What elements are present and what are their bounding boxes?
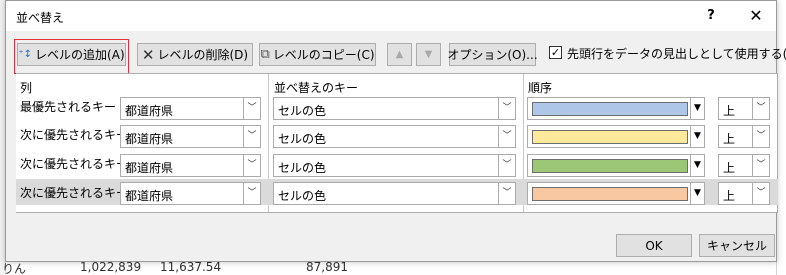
add-level-icon: ⁺↕ bbox=[18, 49, 33, 60]
color-swatch bbox=[532, 159, 688, 173]
column-select-value: 都道府県 bbox=[125, 104, 174, 118]
color-select[interactable]: ▼ bbox=[527, 97, 705, 120]
dialog-title: 並べ替え bbox=[16, 11, 65, 25]
chevron-down-icon: ﹀ bbox=[498, 183, 515, 204]
options-label: オプション(O)... bbox=[447, 48, 538, 62]
position-select-value: 上 bbox=[723, 189, 736, 203]
position-select[interactable]: 上 ﹀ bbox=[718, 182, 770, 205]
ok-label: OK bbox=[645, 238, 663, 253]
sort-on-select-value: セルの色 bbox=[278, 161, 327, 175]
dropdown-arrow-icon: ▼ bbox=[690, 126, 704, 147]
position-select[interactable]: 上 ﹀ bbox=[718, 97, 770, 120]
position-select-value: 上 bbox=[723, 132, 736, 146]
column-select-value: 都道府県 bbox=[125, 132, 174, 146]
move-up-icon: ▲ bbox=[395, 49, 404, 60]
color-select[interactable]: ▼ bbox=[527, 182, 705, 205]
sort-on-select-value: セルの色 bbox=[278, 104, 327, 118]
delete-icon: ✕ bbox=[141, 45, 155, 64]
chevron-down-icon: ﹀ bbox=[752, 155, 769, 176]
position-select-value: 上 bbox=[723, 104, 736, 118]
sort-on-select[interactable]: セルの色 ﹀ bbox=[273, 125, 516, 148]
color-swatch bbox=[532, 102, 688, 116]
help-button[interactable]: ? bbox=[699, 5, 723, 27]
header-checkbox[interactable]: ✓ bbox=[549, 46, 562, 59]
titlebar: 並べ替え ? ✕ bbox=[6, 1, 776, 31]
color-select[interactable]: ▼ bbox=[527, 154, 705, 177]
row-label: 次に優先されるキー bbox=[20, 128, 129, 142]
options-button[interactable]: オプション(O)... bbox=[447, 43, 538, 66]
color-swatch bbox=[532, 130, 688, 144]
chevron-down-icon: ﹀ bbox=[498, 155, 515, 176]
color-select[interactable]: ▼ bbox=[527, 125, 705, 148]
header-checkbox-label[interactable]: 先頭行をデータの見出しとして使用する(H) bbox=[567, 45, 786, 62]
column-select[interactable]: 都道府県 ﹀ bbox=[120, 97, 261, 120]
move-up-button[interactable]: ▲ bbox=[387, 43, 412, 66]
background-cell: 11,637.54 bbox=[160, 260, 222, 274]
cancel-button[interactable]: キャンセル bbox=[699, 234, 775, 257]
chevron-down-icon: ﹀ bbox=[752, 98, 769, 119]
chevron-down-icon: ﹀ bbox=[752, 126, 769, 147]
delete-level-label: レベルの削除(D) bbox=[157, 48, 249, 62]
chevron-down-icon: ﹀ bbox=[243, 155, 260, 176]
column-select[interactable]: 都道府県 ﹀ bbox=[120, 125, 261, 148]
column-select[interactable]: 都道府県 ﹀ bbox=[120, 154, 261, 177]
row-label: 次に優先されるキー bbox=[20, 186, 129, 200]
sort-on-select[interactable]: セルの色 ﹀ bbox=[273, 182, 516, 205]
move-down-icon: ▼ bbox=[424, 49, 433, 60]
dropdown-arrow-icon: ▼ bbox=[690, 155, 704, 176]
column-select[interactable]: 都道府県 ﹀ bbox=[120, 182, 261, 205]
copy-icon: ⧉ bbox=[260, 47, 270, 62]
chevron-down-icon: ﹀ bbox=[243, 98, 260, 119]
column-select-value: 都道府県 bbox=[125, 161, 174, 175]
ok-button[interactable]: OK bbox=[616, 234, 692, 257]
sort-dialog: 並べ替え ? ✕ ⁺↕ レベルの追加(A) ✕ レベルの削除(D) ⧉ レベルの… bbox=[5, 0, 786, 262]
sort-on-select[interactable]: セルの色 ﹀ bbox=[273, 97, 516, 120]
background-cell: りん bbox=[2, 262, 27, 275]
sort-on-select-value: セルの色 bbox=[278, 132, 327, 146]
chevron-down-icon: ﹀ bbox=[243, 183, 260, 204]
dropdown-arrow-icon: ▼ bbox=[690, 183, 704, 204]
cancel-label: キャンセル bbox=[706, 239, 767, 253]
add-level-button[interactable]: ⁺↕ レベルの追加(A) bbox=[17, 43, 126, 66]
move-down-button[interactable]: ▼ bbox=[416, 43, 441, 66]
chevron-down-icon: ﹀ bbox=[498, 126, 515, 147]
position-select[interactable]: 上 ﹀ bbox=[718, 154, 770, 177]
chevron-down-icon: ﹀ bbox=[498, 98, 515, 119]
position-select[interactable]: 上 ﹀ bbox=[718, 125, 770, 148]
sort-on-select[interactable]: セルの色 ﹀ bbox=[273, 154, 516, 177]
row-label: 最優先されるキー bbox=[20, 100, 117, 114]
copy-level-button[interactable]: ⧉ レベルのコピー(C) bbox=[259, 43, 376, 66]
column-select-value: 都道府県 bbox=[125, 189, 174, 203]
position-select-value: 上 bbox=[723, 161, 736, 175]
copy-level-label: レベルのコピー(C) bbox=[272, 48, 375, 62]
chevron-down-icon: ﹀ bbox=[752, 183, 769, 204]
close-button[interactable]: ✕ bbox=[744, 5, 768, 27]
background-cell: 87,891 bbox=[306, 260, 348, 274]
sort-on-select-value: セルの色 bbox=[278, 189, 327, 203]
delete-level-button[interactable]: ✕ レベルの削除(D) bbox=[137, 43, 253, 66]
chevron-down-icon: ﹀ bbox=[243, 126, 260, 147]
background-cell: 1,022,839 bbox=[80, 260, 142, 274]
dropdown-arrow-icon: ▼ bbox=[690, 98, 704, 119]
color-swatch bbox=[532, 187, 688, 201]
row-label: 次に優先されるキー bbox=[20, 157, 129, 171]
add-level-label: レベルの追加(A) bbox=[35, 48, 125, 62]
